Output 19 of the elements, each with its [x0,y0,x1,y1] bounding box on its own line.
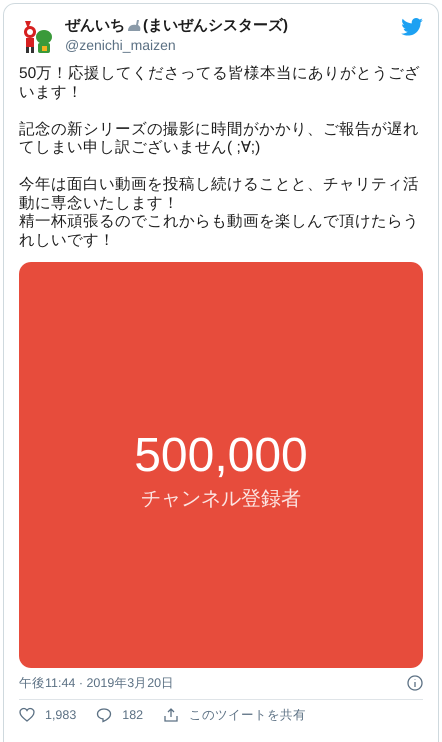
tweet-text: 記念の新シリーズの撮影に時間がかかり、ご報告が遅れてしまい申し訳ございません( ;∀;) [19,120,420,158]
tweet-text: 精一杯頑張るのでこれからも動画を楽しんで頂けたらうれしいです！ [19,213,420,250]
heart-icon [19,707,35,724]
share-icon [163,707,180,724]
subscriber-card[interactable]: 500,000 チャンネル登録者 [19,262,423,668]
reply-button[interactable]: 182 [96,706,144,724]
display-name-suffix[interactable]: (まいぜんシスターズ) [143,16,288,36]
tweet-text: 今年は面白い動画を投稿し続けることと、チャリティ活動に専念いたします！ [19,176,420,213]
subscriber-caption: チャンネル登録者 [141,487,301,512]
display-name[interactable]: ぜんいち [65,16,125,36]
tweet-text: 50万！応援してくださってる皆様本当にありがとうございます！ [19,65,422,102]
share-button[interactable]: このツイートを共有 [163,706,306,724]
like-button[interactable]: 1,983 [19,706,76,724]
subscriber-count: 500,000 [134,428,308,484]
timestamp[interactable]: 午後11:44 · 2019年3月20日 [19,674,174,693]
twitter-bird-icon[interactable] [401,18,423,36]
user-handle[interactable]: @zenichi_maizen [65,36,401,54]
info-icon[interactable] [407,675,423,692]
speech-bubble-icon [96,707,112,724]
